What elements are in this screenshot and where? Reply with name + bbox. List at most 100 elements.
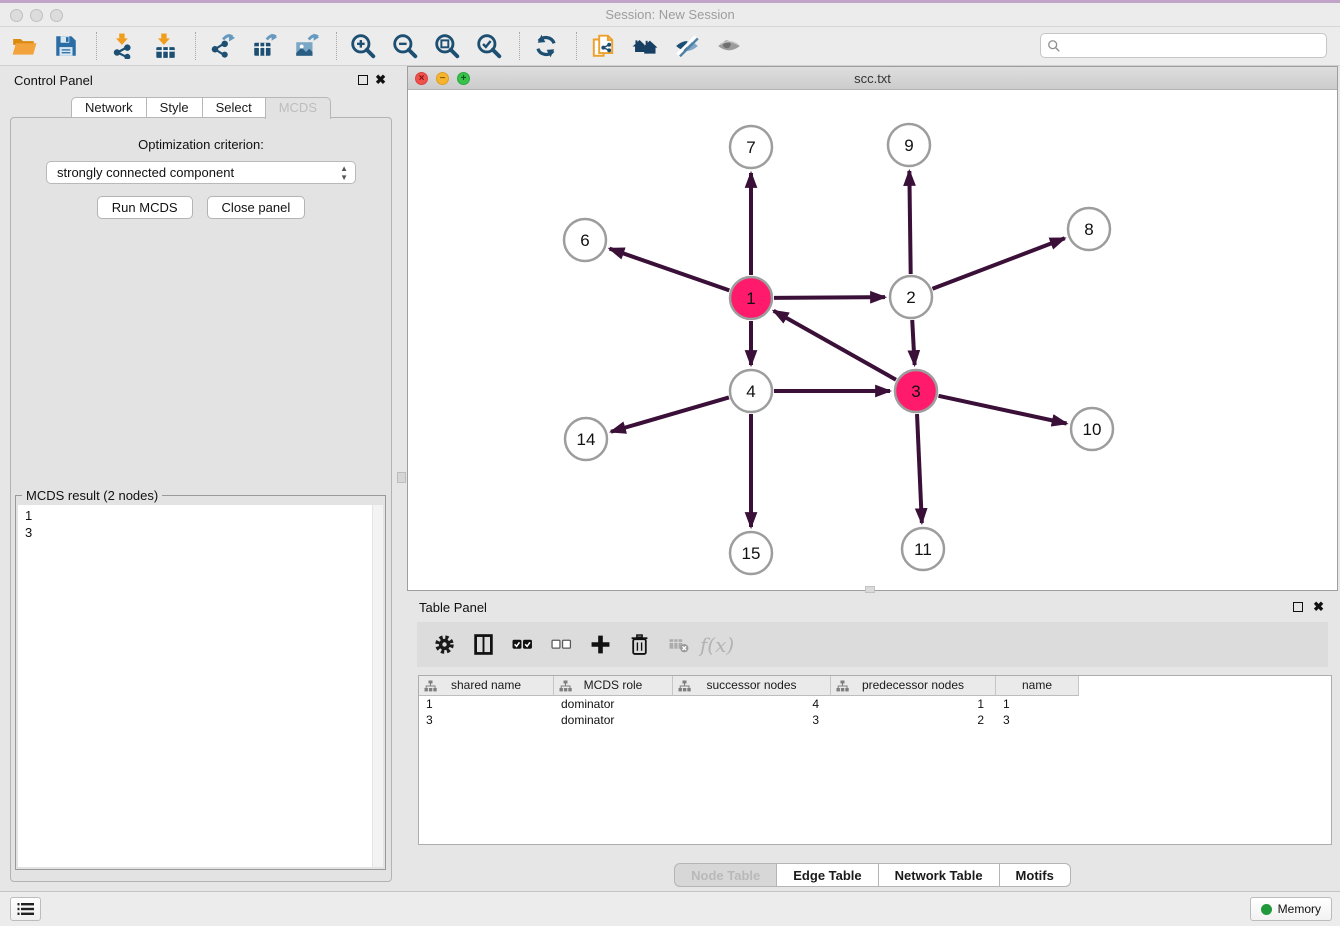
copy-network-view-button[interactable] — [589, 32, 617, 60]
close-panel-button[interactable]: Close panel — [207, 196, 306, 219]
refresh-view-button[interactable] — [532, 32, 560, 60]
function-builder-button[interactable]: f(x) — [706, 634, 728, 656]
table-cell[interactable]: 3 — [419, 712, 554, 728]
search-input[interactable] — [1065, 38, 1326, 53]
tab-motifs[interactable]: Motifs — [999, 863, 1071, 887]
tab-edge-table[interactable]: Edge Table — [776, 863, 877, 887]
graph-edge-3-11[interactable] — [917, 414, 922, 523]
graph-node-4[interactable]: 4 — [730, 370, 772, 412]
delete-table-button[interactable] — [667, 634, 689, 656]
column-header-name[interactable]: name — [996, 676, 1079, 696]
table-cell[interactable]: 1 — [419, 696, 554, 712]
svg-text:3: 3 — [911, 382, 920, 401]
graph-node-8[interactable]: 8 — [1068, 208, 1110, 250]
table-header-row: shared name MCDS role successor nodes — [419, 676, 1331, 696]
graph-node-15[interactable]: 15 — [730, 532, 772, 574]
home-view-button[interactable] — [631, 32, 659, 60]
horizontal-splitter-handle[interactable] — [865, 586, 875, 593]
network-graph[interactable]: 7 9 6 8 1 2 4 3 14 10 15 11 — [408, 90, 1337, 590]
table-cell[interactable]: 4 — [673, 696, 831, 712]
mcds-result-line: 1 — [25, 507, 376, 524]
graph-edge-3-1[interactable] — [774, 311, 896, 380]
graph-node-6[interactable]: 6 — [564, 219, 606, 261]
graph-edge-2-8[interactable] — [932, 238, 1064, 289]
table-cell[interactable]: dominator — [554, 696, 673, 712]
home-view-icon — [632, 33, 658, 59]
svg-text:4: 4 — [746, 382, 755, 401]
table-cell[interactable]: 1 — [831, 696, 996, 712]
graph-node-7[interactable]: 7 — [730, 126, 772, 168]
column-header-MCDS-role[interactable]: MCDS role — [554, 676, 673, 696]
graph-node-3[interactable]: 3 — [895, 370, 937, 412]
unselect-all-columns-icon — [551, 634, 572, 655]
table-row[interactable]: 3dominator323 — [419, 712, 1331, 728]
hide-panel-eye-button[interactable] — [673, 32, 701, 60]
tab-network-table[interactable]: Network Table — [878, 863, 999, 887]
unselect-all-columns-button[interactable] — [550, 634, 572, 656]
import-table-button[interactable] — [151, 32, 179, 60]
column-header-predecessor-nodes[interactable]: predecessor nodes — [831, 676, 996, 696]
control-tab-style[interactable]: Style — [146, 97, 202, 118]
select-all-columns-button[interactable] — [511, 634, 533, 656]
save-session-button[interactable] — [52, 32, 80, 60]
control-tab-network[interactable]: Network — [71, 97, 146, 118]
graph-node-2[interactable]: 2 — [890, 276, 932, 318]
network-window-titlebar[interactable]: × − + scc.txt — [408, 67, 1337, 90]
control-tab-select[interactable]: Select — [202, 97, 265, 118]
graph-node-14[interactable]: 14 — [565, 418, 607, 460]
zoom-out-icon — [392, 33, 418, 59]
export-image-button[interactable] — [292, 32, 320, 60]
result-scrollbar[interactable] — [372, 505, 383, 867]
table-row[interactable]: 1dominator411 — [419, 696, 1331, 712]
table-cell[interactable]: 2 — [831, 712, 996, 728]
criterion-dropdown[interactable]: strongly connected component ▲▼ — [46, 161, 356, 184]
graph-node-10[interactable]: 10 — [1071, 408, 1113, 450]
table-cell[interactable]: 1 — [996, 696, 1079, 712]
open-folder-button[interactable] — [10, 32, 38, 60]
import-network-button[interactable] — [109, 32, 137, 60]
mcds-result-textarea[interactable]: 13 — [18, 505, 383, 867]
graph-edge-1-2[interactable] — [774, 297, 885, 298]
tab-node-table[interactable]: Node Table — [674, 863, 776, 887]
column-header-label: predecessor nodes — [862, 678, 964, 692]
float-table-panel-icon[interactable] — [1293, 602, 1303, 612]
graph-node-1[interactable]: 1 — [730, 277, 772, 319]
gear-button[interactable] — [433, 634, 455, 656]
column-layout-button[interactable] — [472, 634, 494, 656]
run-mcds-button[interactable]: Run MCDS — [97, 196, 193, 219]
column-header-label: name — [1022, 678, 1052, 692]
graph-edge-2-9[interactable] — [909, 171, 910, 274]
memory-button[interactable]: Memory — [1250, 897, 1332, 921]
table-cell[interactable]: 3 — [673, 712, 831, 728]
graph-node-9[interactable]: 9 — [888, 124, 930, 166]
delete-columns-button[interactable] — [628, 634, 650, 656]
export-table-button[interactable] — [250, 32, 278, 60]
column-header-successor-nodes[interactable]: successor nodes — [673, 676, 831, 696]
table-cell[interactable]: dominator — [554, 712, 673, 728]
task-history-button[interactable] — [10, 897, 41, 921]
vertical-splitter-handle[interactable] — [397, 472, 406, 483]
close-panel-icon[interactable]: ✖ — [375, 72, 386, 88]
add-column-button[interactable] — [589, 634, 611, 656]
graph-edge-4-14[interactable] — [611, 397, 729, 431]
graph-edge-2-3[interactable] — [912, 320, 914, 365]
show-panel-eye-button[interactable] — [715, 32, 743, 60]
optimization-criterion-label: Optimization criterion: — [11, 137, 391, 152]
graph-node-11[interactable]: 11 — [902, 528, 944, 570]
table-cell[interactable]: 3 — [996, 712, 1079, 728]
graph-edge-1-6[interactable] — [610, 249, 730, 291]
float-panel-icon[interactable] — [358, 75, 368, 85]
zoom-out-button[interactable] — [391, 32, 419, 60]
svg-text:6: 6 — [580, 231, 589, 250]
close-table-panel-icon[interactable]: ✖ — [1313, 599, 1324, 615]
search-icon — [1047, 39, 1061, 53]
control-tab-mcds[interactable]: MCDS — [265, 97, 331, 119]
column-header-label: shared name — [451, 678, 521, 692]
zoom-fit-button[interactable] — [433, 32, 461, 60]
zoom-in-button[interactable] — [349, 32, 377, 60]
column-header-shared-name[interactable]: shared name — [419, 676, 554, 696]
export-network-button[interactable] — [208, 32, 236, 60]
graph-edge-3-10[interactable] — [938, 396, 1066, 424]
zoom-selected-button[interactable] — [475, 32, 503, 60]
network-canvas[interactable]: 7 9 6 8 1 2 4 3 14 10 15 11 — [408, 90, 1337, 590]
